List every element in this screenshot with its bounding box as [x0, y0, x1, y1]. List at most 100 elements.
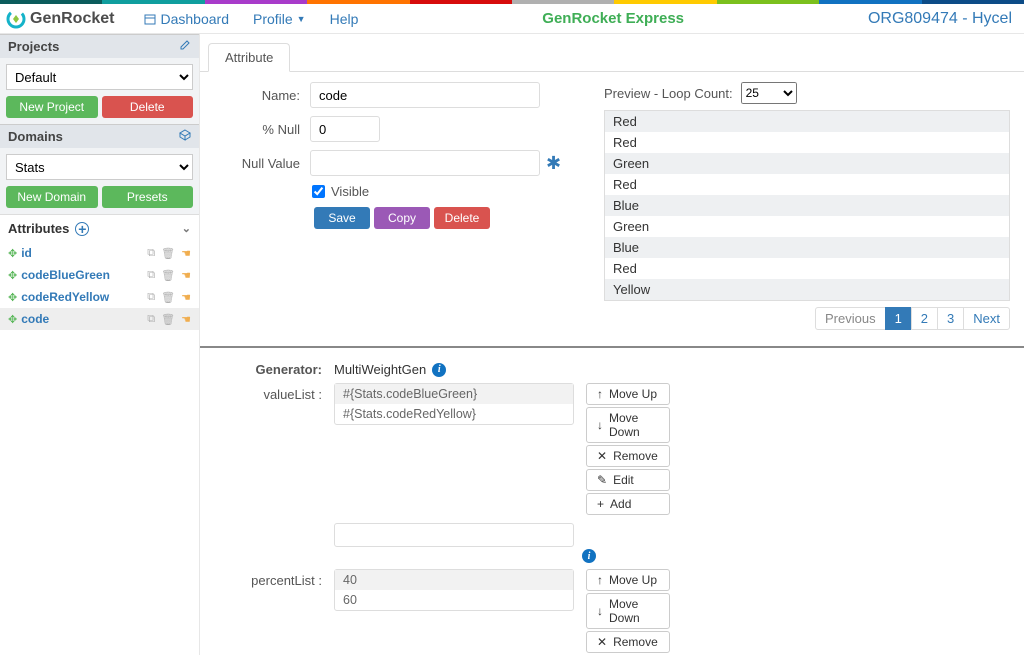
domains-select[interactable]: Stats: [6, 154, 193, 180]
projects-select[interactable]: Default: [6, 64, 193, 90]
moveup-button[interactable]: ↑ Move Up: [586, 383, 670, 405]
visible-checkbox[interactable]: [312, 185, 325, 198]
copy-button[interactable]: Copy: [374, 207, 430, 229]
nullvalue-label: Null Value: [214, 156, 310, 171]
preview-row: Green: [605, 216, 1009, 237]
move-icon[interactable]: ✥: [8, 247, 17, 260]
pager: Previous123Next: [604, 307, 1010, 330]
rainbow-bar: [0, 0, 1024, 4]
moveup-icon: ↑: [597, 387, 603, 401]
trash-icon[interactable]: 🗑: [161, 247, 175, 260]
remove-icon: ✕: [597, 449, 607, 463]
trash-icon[interactable]: 🗑: [161, 313, 175, 326]
name-label: Name:: [214, 88, 310, 103]
movedown-icon: ↓: [597, 418, 603, 432]
percentlist-box[interactable]: 40 60: [334, 569, 574, 611]
info-icon[interactable]: i: [432, 363, 446, 377]
add-button[interactable]: + Add: [586, 493, 670, 515]
info-icon[interactable]: i: [582, 549, 596, 563]
move-icon[interactable]: ✥: [8, 291, 17, 304]
hand-icon[interactable]: ☚: [181, 269, 191, 282]
hand-icon[interactable]: ☚: [181, 313, 191, 326]
nullvalue-input[interactable]: [310, 150, 540, 176]
preview-table: RedRedGreenRedBlueGreenBlueRedYellow: [604, 110, 1010, 301]
copy-icon[interactable]: ⧉: [147, 313, 155, 326]
edit-icon: ✎: [597, 473, 607, 487]
pager-next[interactable]: Next: [963, 307, 1010, 330]
org-label[interactable]: ORG809474 - Hycel: [868, 10, 1012, 28]
add-attribute-icon[interactable]: +: [75, 222, 89, 236]
pager-2[interactable]: 2: [911, 307, 938, 330]
sidebar-item-code[interactable]: ✥ code ⧉ 🗑 ☚: [0, 308, 199, 330]
remove-button[interactable]: ✕ Remove: [586, 631, 670, 653]
nav-profile[interactable]: Profile ▼: [253, 11, 306, 27]
new-domain-button[interactable]: New Domain: [6, 186, 98, 208]
valuelist-label: valueList :: [214, 383, 334, 402]
trash-icon[interactable]: 🗑: [161, 269, 175, 282]
hand-icon[interactable]: ☚: [181, 247, 191, 260]
movedown-icon: ↓: [597, 604, 603, 618]
sidebar-item-id[interactable]: ✥ id ⧉ 🗑 ☚: [0, 242, 199, 264]
valuelist-input[interactable]: [334, 523, 574, 547]
delete-button[interactable]: Delete: [434, 207, 490, 229]
preview-row: Blue: [605, 195, 1009, 216]
attribute-label: codeBlueGreen: [21, 268, 110, 282]
moveup-icon: ↑: [597, 573, 603, 587]
copy-icon[interactable]: ⧉: [147, 247, 155, 260]
list-item[interactable]: 40: [335, 570, 573, 590]
copy-icon[interactable]: ⧉: [147, 269, 155, 282]
attribute-label: code: [21, 312, 49, 326]
sidebar-item-codeRedYellow[interactable]: ✥codeRedYellow⧉🗑☚: [0, 286, 199, 308]
pager-prev[interactable]: Previous: [815, 307, 886, 330]
generator-name: MultiWeightGen: [334, 362, 426, 377]
move-icon[interactable]: ✥: [8, 269, 17, 282]
projects-header: Projects: [0, 34, 199, 58]
tab-attribute[interactable]: Attribute: [208, 43, 290, 72]
list-item[interactable]: 60: [335, 590, 573, 610]
copy-icon[interactable]: ⧉: [147, 291, 155, 304]
asterisk-icon: ✱: [546, 153, 561, 174]
movedown-button[interactable]: ↓ Move Down: [586, 593, 670, 629]
moveup-button[interactable]: ↑ Move Up: [586, 569, 670, 591]
list-item[interactable]: #{Stats.codeRedYellow}: [335, 404, 573, 424]
preview-row: Red: [605, 111, 1009, 132]
save-button[interactable]: Save: [314, 207, 370, 229]
new-project-button[interactable]: New Project: [6, 96, 98, 118]
presets-button[interactable]: Presets: [102, 186, 194, 208]
calendar-icon: [144, 13, 156, 25]
pctnull-label: % Null: [214, 122, 310, 137]
trash-icon[interactable]: 🗑: [161, 291, 175, 304]
pager-1[interactable]: 1: [885, 307, 912, 330]
valuelist-box[interactable]: #{Stats.codeBlueGreen} #{Stats.codeRedYe…: [334, 383, 574, 425]
logo[interactable]: GenRocket: [6, 9, 114, 29]
list-item[interactable]: #{Stats.codeBlueGreen}: [335, 384, 573, 404]
add-icon: +: [597, 497, 604, 511]
chevron-down-icon[interactable]: ⌄: [182, 222, 191, 235]
move-icon[interactable]: ✥: [8, 313, 17, 326]
attribute-label: id: [21, 246, 32, 260]
delete-project-button[interactable]: Delete: [102, 96, 194, 118]
remove-icon: ✕: [597, 635, 607, 649]
nav-dashboard[interactable]: Dashboard: [144, 11, 229, 27]
edit-icon[interactable]: [179, 39, 191, 54]
visible-label: Visible: [331, 184, 369, 199]
loopcount-select[interactable]: 25: [741, 82, 797, 104]
nav-help[interactable]: Help: [330, 11, 359, 27]
app-title: GenRocket Express: [358, 10, 868, 27]
remove-button[interactable]: ✕ Remove: [586, 445, 670, 467]
hand-icon[interactable]: ☚: [181, 291, 191, 304]
preview-label: Preview - Loop Count:: [604, 86, 733, 101]
cube-icon[interactable]: [179, 129, 191, 144]
preview-row: Green: [605, 153, 1009, 174]
movedown-button[interactable]: ↓ Move Down: [586, 407, 670, 443]
chevron-down-icon: ▼: [297, 14, 306, 24]
logo-icon: [6, 9, 26, 29]
generator-label: Generator:: [214, 358, 334, 377]
name-input[interactable]: [310, 82, 540, 108]
edit-button[interactable]: ✎ Edit: [586, 469, 670, 491]
attributes-header[interactable]: Attributes + ⌄: [0, 214, 199, 242]
pctnull-input[interactable]: [310, 116, 380, 142]
sidebar-item-codeBlueGreen[interactable]: ✥ codeBlueGreen ⧉ 🗑 ☚: [0, 264, 199, 286]
pager-3[interactable]: 3: [937, 307, 964, 330]
percentlist-label: percentList :: [214, 569, 334, 588]
